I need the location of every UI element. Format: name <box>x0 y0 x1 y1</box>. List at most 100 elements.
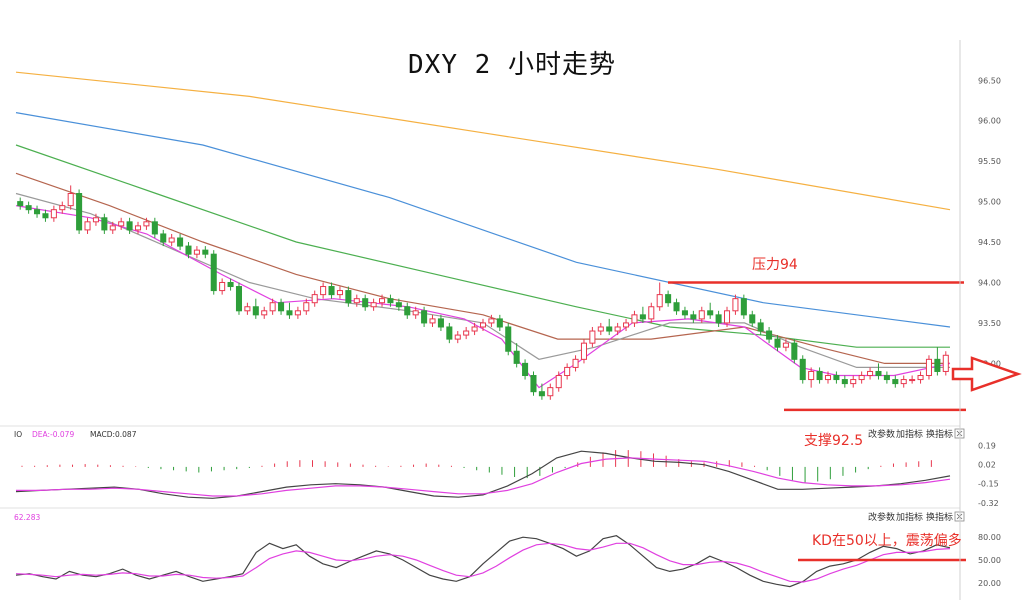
candle-body <box>353 298 360 304</box>
candle-body <box>151 221 158 235</box>
resistance-label: 压力94 <box>752 257 798 273</box>
candle-body <box>446 326 453 340</box>
candle-body <box>698 310 705 320</box>
candle-body <box>303 302 310 312</box>
candle-body <box>252 306 259 316</box>
candle-body <box>421 310 428 324</box>
candle-body <box>723 310 731 324</box>
candle-body <box>92 217 99 223</box>
ma-line-ma_blue <box>15 112 951 328</box>
candle-body <box>362 298 369 308</box>
candle-body <box>109 225 116 231</box>
candle-body <box>681 310 688 316</box>
candle-body <box>84 221 91 231</box>
candle-body <box>278 302 285 312</box>
candles <box>17 185 949 400</box>
candle-body <box>261 310 268 316</box>
panel-button-0[interactable]: 改参数 <box>868 428 895 440</box>
candle-body <box>101 217 108 231</box>
candle-body <box>547 387 554 397</box>
candle-body <box>437 318 444 328</box>
candle-body <box>370 302 377 308</box>
panel-button-0[interactable]: 改参数 <box>868 511 895 523</box>
candle-body <box>168 237 175 243</box>
candle-body <box>412 310 419 316</box>
candle-body <box>892 379 899 385</box>
y-axis: 96.5096.0095.5095.0094.5094.0093.5093.00 <box>959 40 1001 600</box>
candle-body <box>395 302 402 308</box>
candle-body <box>160 233 167 243</box>
candle-body <box>766 330 773 340</box>
support-label: 支撑92.5 <box>804 433 864 449</box>
candle-body <box>227 281 234 288</box>
y-tick-label: 94.00 <box>978 278 1001 287</box>
candle-body <box>580 342 587 360</box>
candle-body <box>76 193 83 231</box>
candle-body <box>707 310 714 316</box>
panel-button-2[interactable]: 换指标 <box>926 428 953 440</box>
candle-body <box>782 342 789 348</box>
candle-body <box>530 375 537 393</box>
candle-body <box>210 253 217 292</box>
candle-body <box>749 314 756 324</box>
candle-body <box>235 286 243 312</box>
macd-value-label: MACD:0.087 <box>90 430 137 439</box>
panel-button-1[interactable]: 加指标 <box>896 428 923 440</box>
candle-body <box>67 193 74 207</box>
candle-body <box>900 379 907 385</box>
kd-value-label: 62.283 <box>14 513 40 522</box>
candle-body <box>942 354 949 372</box>
candle-body <box>883 375 890 381</box>
candle-body <box>471 326 478 332</box>
candle-body <box>143 221 150 227</box>
candle-body <box>404 306 411 316</box>
candle-body <box>311 294 318 304</box>
candle-body <box>336 290 343 296</box>
candle-body <box>639 314 646 320</box>
candle-body <box>808 370 815 381</box>
y-tick-label: 95.50 <box>978 157 1001 166</box>
candle-body <box>850 379 857 385</box>
candle-body <box>488 318 495 324</box>
candle-body <box>631 314 638 324</box>
candle-body <box>841 379 848 385</box>
candle-body <box>219 281 226 292</box>
y-tick-label: 96.00 <box>978 117 1001 126</box>
kd-tick-label: 20.00 <box>978 579 1001 588</box>
candle-body <box>925 358 932 377</box>
candle-body <box>555 375 562 389</box>
candle-body <box>614 326 621 332</box>
candle-body <box>934 358 941 372</box>
candle-body <box>496 318 503 328</box>
candle-body <box>202 249 209 255</box>
y-tick-label: 96.50 <box>978 76 1001 85</box>
candle-body <box>791 342 798 360</box>
candle-body <box>42 213 49 219</box>
candle-body <box>193 249 200 255</box>
candle-body <box>328 286 335 296</box>
candle-body <box>858 375 865 381</box>
right-arrow-outline-icon <box>951 356 1022 392</box>
panel-button-1[interactable]: 加指标 <box>896 511 923 523</box>
chart-root: DXY 2 小时走势 IO DEA:-0.079 MACD:0.087 改参数 加指标换… <box>0 0 1024 605</box>
macd-tick-label: -0.15 <box>978 480 999 489</box>
candle-body <box>538 391 545 397</box>
kd-label: KD在50以上，震荡偏多 <box>812 533 962 549</box>
candle-body <box>824 375 832 381</box>
y-tick-label: 93.50 <box>978 319 1001 328</box>
candle-body <box>774 338 781 348</box>
candle-body <box>59 205 66 211</box>
panel-button-2[interactable]: 换指标 <box>926 511 953 523</box>
ma-line-ma_orange <box>15 71 951 211</box>
candle-body <box>690 314 697 320</box>
candle-body <box>479 322 487 328</box>
candle-body <box>572 358 579 368</box>
candle-body <box>564 366 571 377</box>
candle-body <box>833 375 840 381</box>
candle-body <box>134 225 142 231</box>
candle-body <box>185 245 192 255</box>
candle-body <box>34 209 41 215</box>
y-tick-label: 94.50 <box>978 238 1001 247</box>
macd-dea-label: DEA:-0.079 <box>32 430 74 439</box>
macd-label-prefix: IO <box>14 430 22 439</box>
